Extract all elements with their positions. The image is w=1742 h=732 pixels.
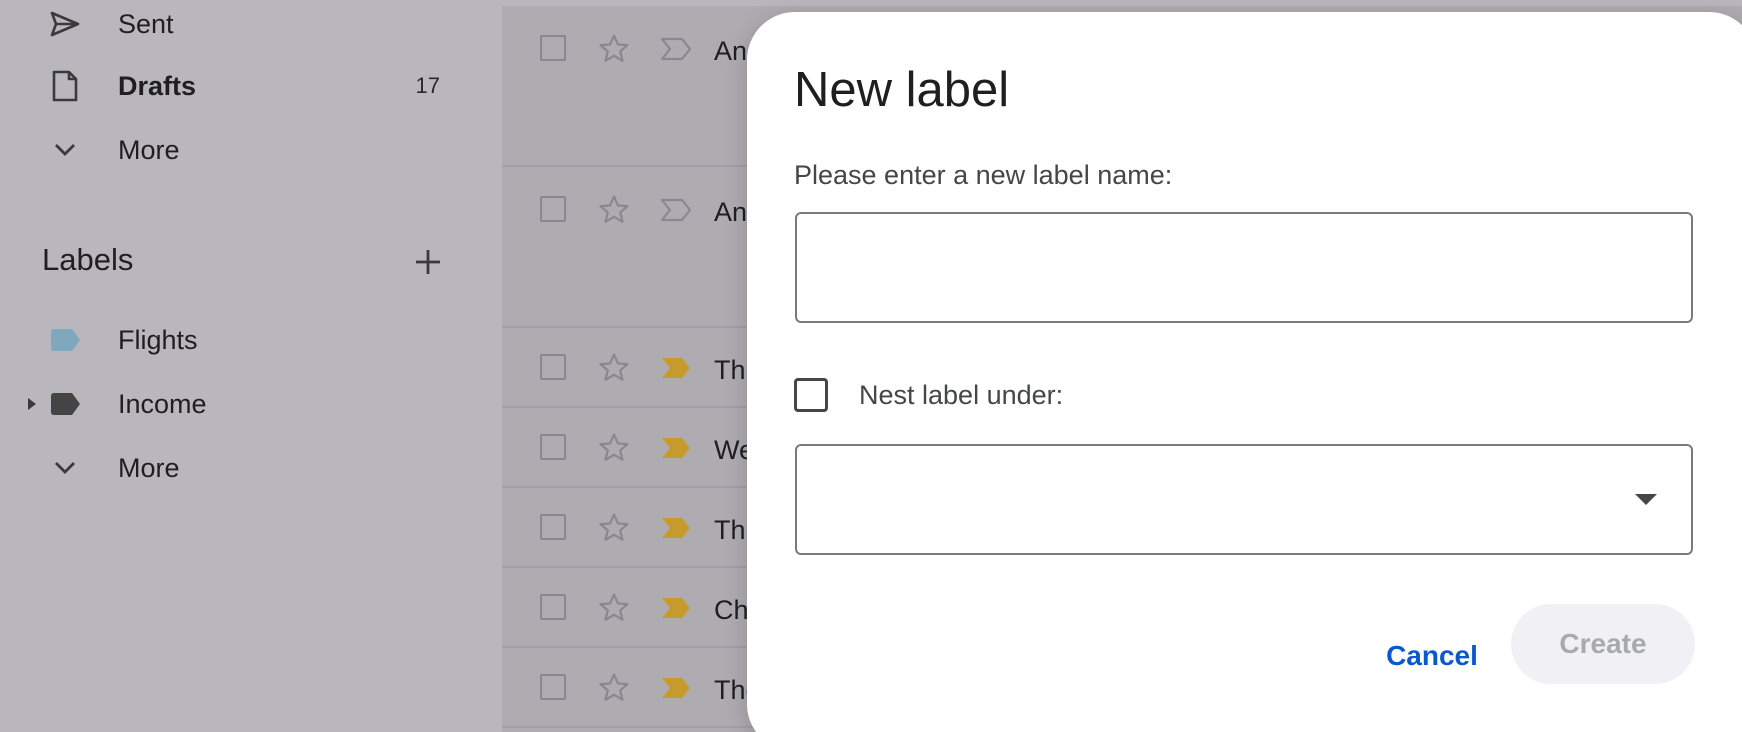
label-name-input[interactable] <box>795 212 1693 323</box>
sidebar-item-label: Drafts <box>118 70 197 101</box>
important-marker-icon[interactable] <box>660 516 692 540</box>
plus-icon[interactable] <box>410 244 446 280</box>
sidebar-item-label: Sent <box>118 8 174 39</box>
sidebar-item-drafts[interactable]: Drafts 17 <box>0 58 502 114</box>
star-icon[interactable] <box>597 193 631 227</box>
label-tag-icon <box>48 387 82 421</box>
row-subject: Th <box>714 515 746 545</box>
sidebar-item-sent[interactable]: Sent <box>0 0 502 52</box>
sidebar-label-income[interactable]: Income <box>0 376 502 432</box>
labels-heading: Labels <box>42 242 134 277</box>
dropdown-arrow-icon <box>1635 494 1657 505</box>
label-tag-icon <box>48 323 82 357</box>
row-checkbox[interactable] <box>540 196 566 222</box>
row-subject: Th <box>714 355 746 385</box>
cancel-button[interactable]: Cancel <box>1357 616 1507 696</box>
star-icon[interactable] <box>597 351 631 385</box>
nest-label-checkbox[interactable] <box>794 378 828 412</box>
row-checkbox[interactable] <box>540 514 566 540</box>
important-marker-icon[interactable] <box>660 356 692 380</box>
important-marker-icon[interactable] <box>660 596 692 620</box>
sidebar-item-label: Flights <box>118 324 198 355</box>
dialog-title: New label <box>794 63 1010 117</box>
star-icon[interactable] <box>597 671 631 705</box>
chevron-down-icon <box>48 451 82 485</box>
row-checkbox[interactable] <box>540 35 566 61</box>
label-name-prompt: Please enter a new label name: <box>794 160 1173 190</box>
star-icon[interactable] <box>597 32 631 66</box>
star-icon[interactable] <box>597 431 631 465</box>
row-checkbox[interactable] <box>540 594 566 620</box>
nest-label-text: Nest label under: <box>859 380 1064 410</box>
important-marker-icon[interactable] <box>660 436 692 460</box>
create-button[interactable]: Create <box>1511 604 1695 684</box>
row-checkbox[interactable] <box>540 354 566 380</box>
expand-arrow-icon[interactable] <box>26 396 38 412</box>
row-subject: Ch <box>714 595 749 625</box>
important-marker-icon[interactable] <box>660 198 692 222</box>
drafts-count: 17 <box>415 73 440 98</box>
parent-label-select[interactable] <box>795 444 1693 555</box>
sidebar-item-label: More <box>118 134 180 165</box>
row-subject: An <box>714 197 748 227</box>
sidebar-item-more[interactable]: More <box>0 122 502 178</box>
sidebar-label-flights[interactable]: Flights <box>0 312 502 368</box>
sidebar: Sent Drafts 17 More Labels Flights Incom… <box>0 0 502 732</box>
chevron-down-icon <box>48 133 82 167</box>
star-icon[interactable] <box>597 511 631 545</box>
new-label-dialog: New label Please enter a new label name:… <box>747 12 1742 732</box>
star-icon[interactable] <box>597 591 631 625</box>
important-marker-icon[interactable] <box>660 37 692 61</box>
important-marker-icon[interactable] <box>660 676 692 700</box>
send-icon <box>48 7 82 41</box>
sidebar-item-label: More <box>118 452 180 483</box>
row-checkbox[interactable] <box>540 434 566 460</box>
row-checkbox[interactable] <box>540 674 566 700</box>
draft-icon <box>48 69 82 103</box>
sidebar-item-label: Income <box>118 388 207 419</box>
sidebar-labels-more[interactable]: More <box>0 440 502 496</box>
